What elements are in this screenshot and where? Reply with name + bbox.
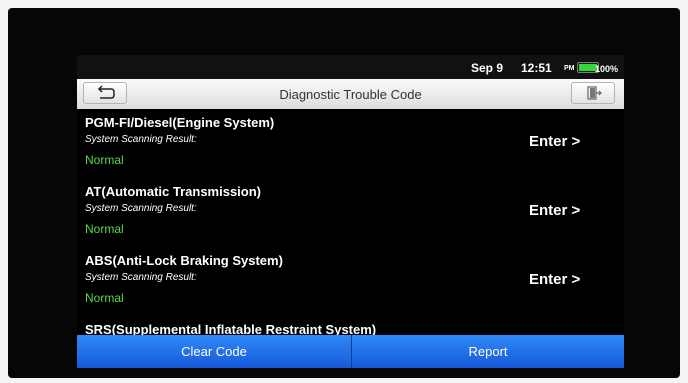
system-name: AT(Automatic Transmission) xyxy=(85,184,262,199)
scan-result-label: System Scanning Result: xyxy=(85,203,197,214)
list-item[interactable]: AT(Automatic Transmission) System Scanni… xyxy=(77,178,624,248)
system-name: PGM-FI/Diesel(Engine System) xyxy=(85,115,275,130)
enter-button[interactable]: Enter > xyxy=(529,133,580,150)
system-list: PGM-FI/Diesel(Engine System) System Scan… xyxy=(77,109,624,335)
enter-button[interactable]: Enter > xyxy=(529,271,580,288)
status-time: 12:51 xyxy=(521,61,552,75)
list-item[interactable]: SRS(Supplemental Inflatable Restraint Sy… xyxy=(77,316,624,335)
scan-result-value: Normal xyxy=(85,222,124,236)
scan-result-label: System Scanning Result: xyxy=(85,272,197,283)
battery-percent: 100% xyxy=(595,64,619,74)
scan-result-value: Normal xyxy=(85,291,124,305)
title-bar: Diagnostic Trouble Code xyxy=(77,79,624,109)
system-name: SRS(Supplemental Inflatable Restraint Sy… xyxy=(85,322,377,335)
list-item[interactable]: PGM-FI/Diesel(Engine System) System Scan… xyxy=(77,109,624,179)
scan-result-value: Normal xyxy=(85,153,124,167)
report-button[interactable]: Report xyxy=(352,335,624,368)
enter-button[interactable]: Enter > xyxy=(529,202,580,219)
scan-result-label: System Scanning Result: xyxy=(85,134,197,145)
system-name: ABS(Anti-Lock Braking System) xyxy=(85,253,283,268)
exit-button[interactable] xyxy=(571,82,615,104)
status-ampm: PM xyxy=(564,65,575,72)
status-bar: Sep 9 12:51 PM 100% xyxy=(77,55,624,79)
list-item[interactable]: ABS(Anti-Lock Braking System) System Sca… xyxy=(77,247,624,317)
exit-door-icon xyxy=(587,86,602,100)
bottom-action-bar: Clear Code Report xyxy=(77,335,624,368)
device-screen: Sep 9 12:51 PM 100% Diagnostic Trouble C… xyxy=(77,55,624,368)
page-title: Diagnostic Trouble Code xyxy=(279,87,422,102)
clear-code-button[interactable]: Clear Code xyxy=(77,335,351,368)
status-date: Sep 9 xyxy=(471,61,504,75)
